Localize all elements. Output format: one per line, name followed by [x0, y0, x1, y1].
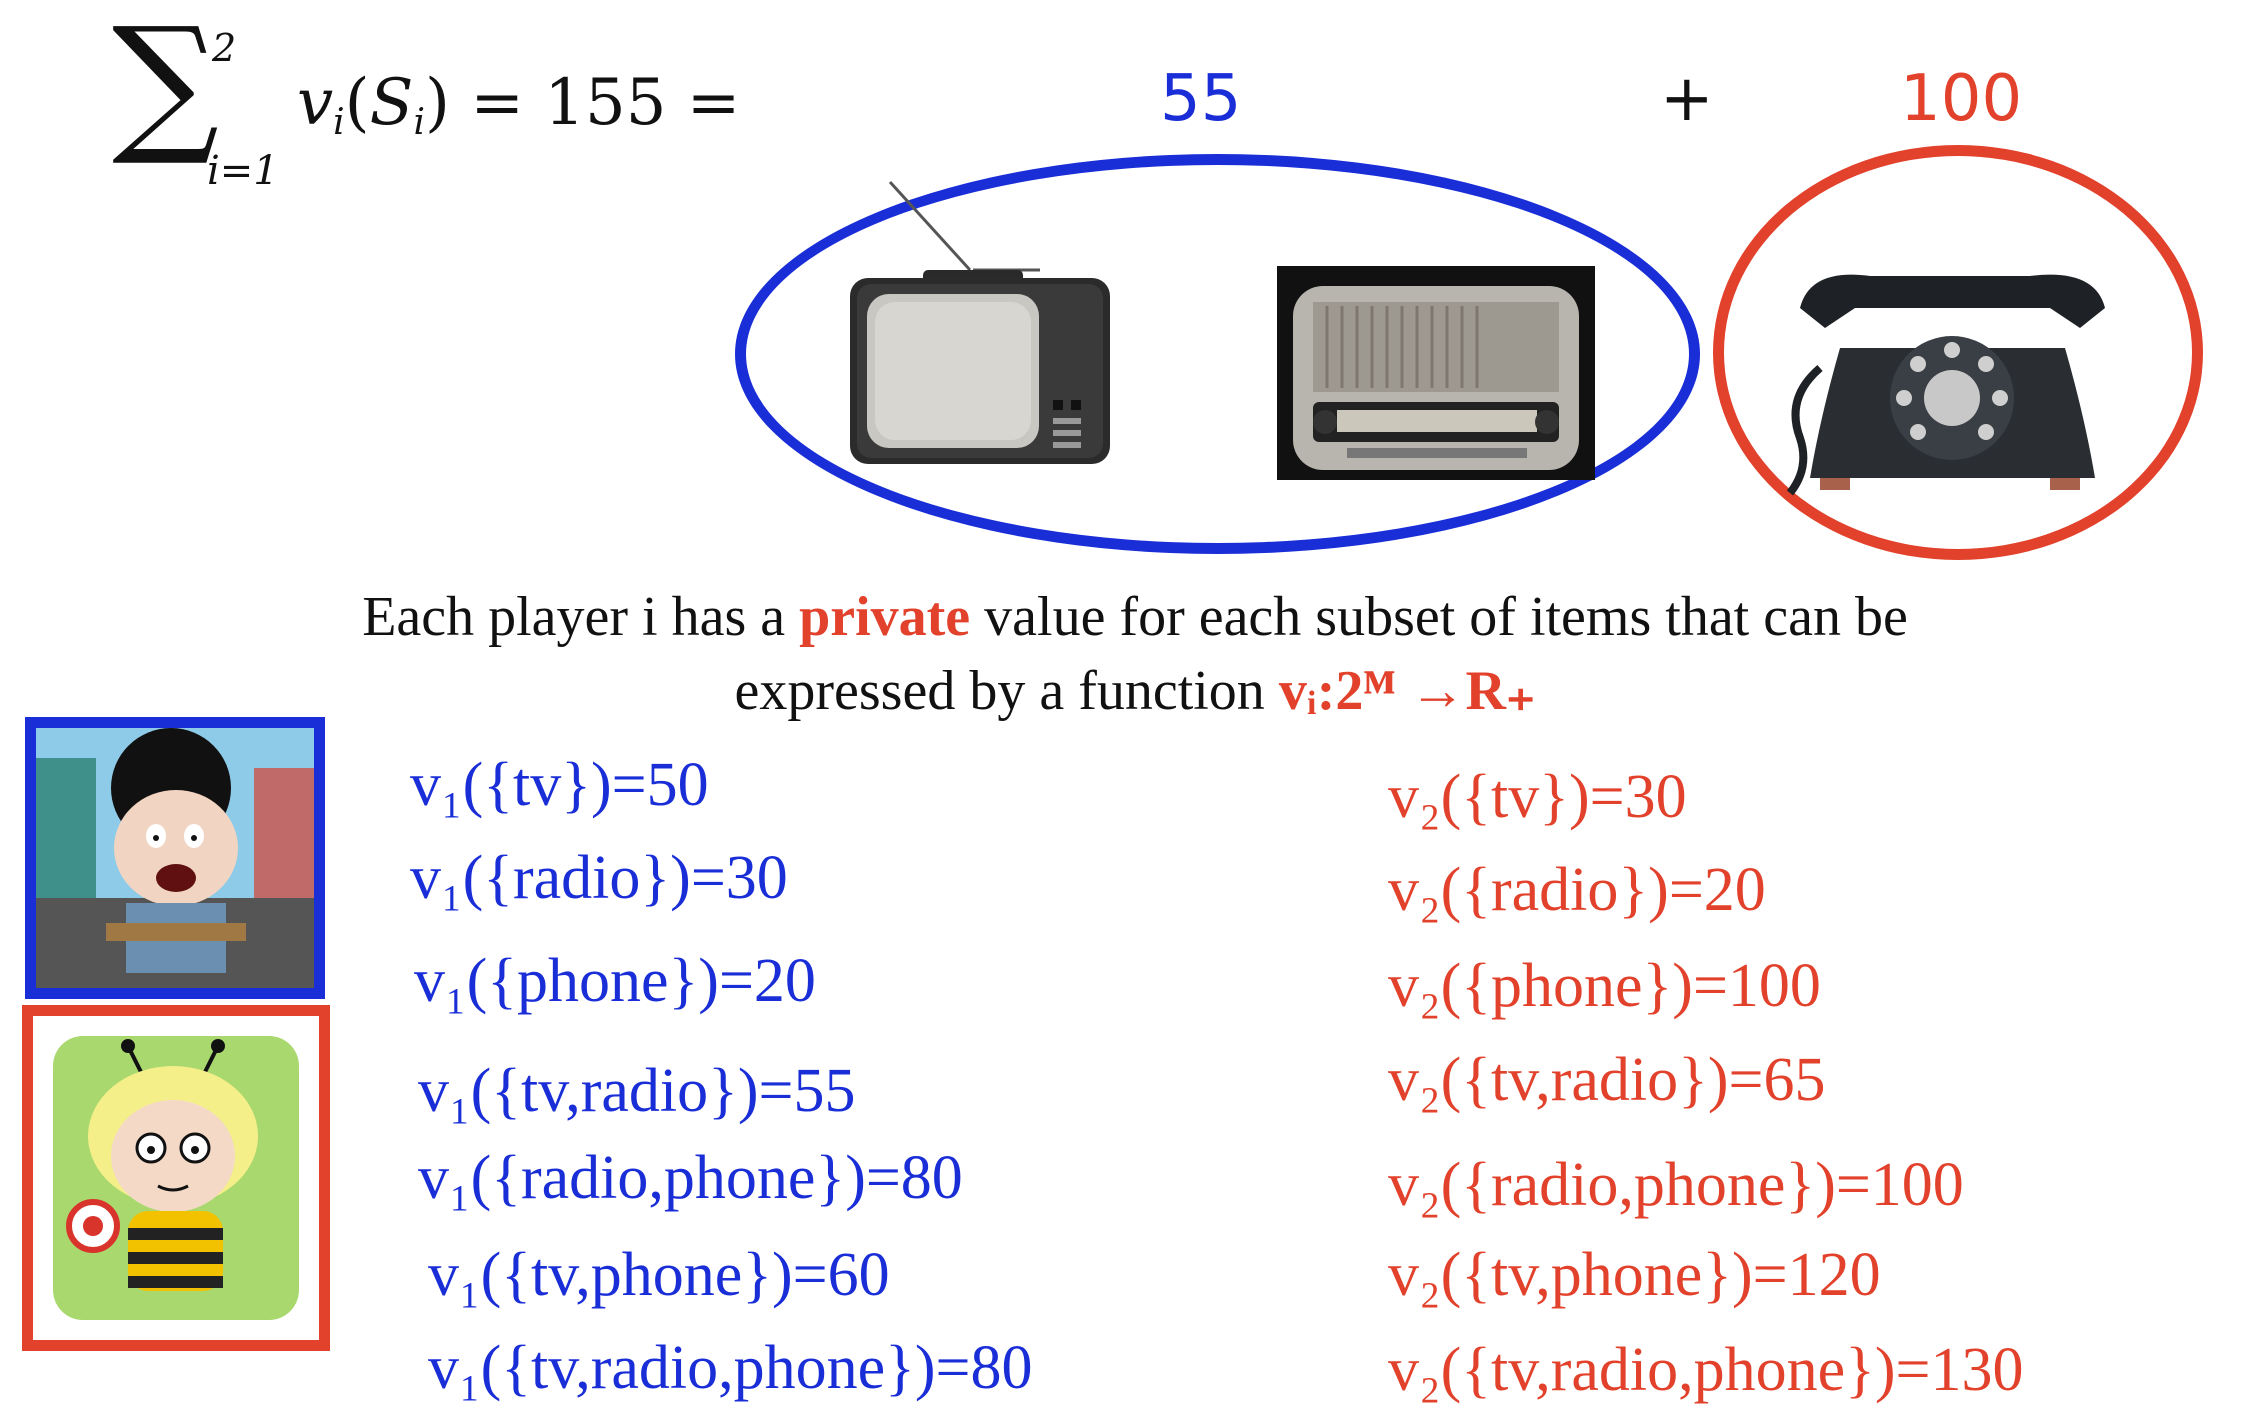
- sigma-symbol: ∑: [112, 0, 220, 170]
- tv-icon: [845, 178, 1115, 478]
- sum-expression: vi(Si) = 155 =: [297, 66, 741, 143]
- red-group-value: 100: [1900, 62, 2023, 136]
- player1-value-phone: v₁({phone})=20: [414, 947, 816, 1015]
- sum-upper-limit: 2: [212, 26, 237, 70]
- valuation-function: vᵢ:2ᴹ →R₊: [1278, 660, 1536, 722]
- player2-avatar: [33, 1016, 319, 1340]
- player1-value-tv-phone: v₁({tv,phone})=60: [428, 1241, 890, 1309]
- player1-value-radio-phone: v₁({radio,phone})=80: [418, 1144, 963, 1212]
- player2-value-phone: v₂({phone})=100: [1388, 952, 1821, 1020]
- player1-value-tv-radio: v₁({tv,radio})=55: [418, 1057, 856, 1125]
- description-line-1: Each player i has a private value for ea…: [362, 586, 1908, 648]
- player2-value-tv-radio: v₂({tv,radio})=65: [1388, 1046, 1826, 1114]
- player2-value-radio: v₂({radio})=20: [1388, 856, 1766, 924]
- phone-icon: [1780, 268, 2125, 498]
- description-text: Each player i has a private value for ea…: [60, 580, 2210, 728]
- radio-icon: [1277, 266, 1595, 480]
- player1-value-tv-radio-phone: v₁({tv,radio,phone})=80: [428, 1334, 1033, 1402]
- player2-value-tv-radio-phone: v₂({tv,radio,phone})=130: [1388, 1336, 2024, 1404]
- player2-avatar-frame: [22, 1005, 330, 1351]
- player2-value-tv: v₂({tv})=30: [1388, 763, 1687, 831]
- description-line-2: expressed by a function vᵢ:2ᴹ →R₊: [734, 660, 1536, 722]
- plus-sign: +: [1660, 62, 1714, 136]
- player2-value-tv-phone: v₂({tv,phone})=120: [1388, 1241, 1881, 1309]
- player2-value-radio-phone: v₂({radio,phone})=100: [1388, 1151, 1964, 1219]
- sum-formula: ∑ 2 i=1 vi(Si) = 155 =: [112, 8, 872, 208]
- player1-value-radio: v₁({radio})=30: [410, 844, 788, 912]
- player1-avatar: [36, 728, 314, 988]
- player1-avatar-frame: [25, 717, 325, 999]
- player1-value-tv: v₁({tv})=50: [410, 751, 709, 819]
- sum-lower-limit: i=1: [207, 148, 279, 194]
- private-highlight: private: [799, 586, 971, 648]
- blue-group-value: 55: [1160, 62, 1242, 136]
